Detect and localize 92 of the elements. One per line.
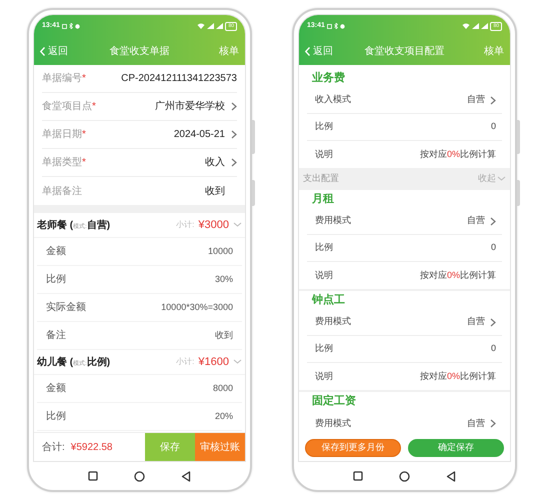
- row-label: 收入模式: [315, 93, 351, 106]
- required-mark: *: [82, 156, 86, 170]
- row-value: 10000: [208, 244, 233, 258]
- confirm-save-button[interactable]: 确定保存: [408, 438, 504, 456]
- total-label: 合计:: [42, 440, 65, 454]
- row-label: 说明: [315, 268, 333, 282]
- row-value: 0: [490, 342, 496, 356]
- row-value: 20%: [214, 410, 233, 423]
- chevron-right-icon: [231, 158, 237, 167]
- action-link[interactable]: 核单: [219, 44, 239, 58]
- screen-title: 食堂收支单据: [110, 44, 170, 58]
- back-icon: [446, 470, 456, 482]
- subtotal-value: ¥1600: [198, 354, 229, 370]
- group-title: 固定工资: [312, 394, 356, 409]
- approve-button[interactable]: 审核过账: [195, 433, 245, 461]
- row-value: 10000*30%=3000: [161, 300, 233, 314]
- group-title: 月租: [312, 192, 334, 207]
- chevron-right-icon: [490, 318, 496, 326]
- field-label: 单据日期: [42, 128, 82, 142]
- home-icon: [134, 470, 145, 482]
- row-value[interactable]: 自营: [467, 93, 485, 107]
- row-value[interactable]: 自营: [467, 416, 485, 430]
- band-label: 支出配置: [303, 172, 339, 186]
- row-label: 比例: [315, 342, 333, 356]
- row-value: 按对应0%比例计算: [420, 268, 496, 282]
- field-value: 收到: [205, 184, 225, 198]
- group-title: 钟点工: [312, 292, 345, 308]
- field-label: 食堂项目点: [42, 100, 92, 114]
- field-value: CP-202412111341223573: [121, 72, 237, 86]
- chevron-down-icon[interactable]: [233, 359, 242, 365]
- row-label: 费用模式: [315, 416, 351, 430]
- field-label: 单据备注: [42, 184, 82, 198]
- row-label: 说明: [315, 370, 333, 383]
- row-label: 比例: [315, 241, 333, 254]
- wifi-icon: [462, 23, 470, 29]
- row-value: 按对应0%比例计算: [420, 148, 496, 161]
- row-value: 收到: [215, 328, 233, 342]
- row-value: 0: [490, 120, 496, 134]
- collapse-toggle[interactable]: 收起: [478, 172, 506, 186]
- save-button[interactable]: 保存: [145, 433, 195, 461]
- subtotal-label: 小计:: [176, 356, 194, 368]
- chevron-down-icon[interactable]: [233, 222, 242, 228]
- row-value: 按对应0%比例计算: [420, 370, 496, 383]
- bluetooth-icon: [68, 23, 73, 29]
- field-value[interactable]: 2024-05-21: [174, 127, 225, 142]
- row-label: 费用模式: [315, 315, 351, 328]
- row-value: 0: [490, 241, 496, 254]
- row-value[interactable]: 自营: [467, 315, 485, 329]
- row-value[interactable]: 自营: [467, 214, 485, 228]
- chevron-right-icon: [231, 102, 237, 111]
- row-label: 比例: [46, 410, 66, 424]
- recent-apps-icon: [353, 471, 363, 481]
- subtotal-label: 小计:: [176, 219, 194, 231]
- row-label: 比例: [315, 120, 333, 134]
- row-label: 金额: [46, 244, 66, 259]
- bluetooth-icon: [334, 23, 338, 29]
- row-label: 比例: [46, 272, 66, 287]
- subtotal-value: ¥3000: [198, 218, 229, 233]
- chevron-right-icon: [490, 216, 496, 226]
- row-label: 说明: [315, 148, 333, 161]
- back-icon: [181, 470, 191, 482]
- wifi-icon: [197, 23, 206, 29]
- save-more-months-button[interactable]: 保存到更多月份: [305, 438, 401, 456]
- recent-apps-icon: [88, 471, 98, 481]
- alarm-icon: [340, 24, 345, 28]
- field-value[interactable]: 收入: [205, 155, 225, 170]
- back-button[interactable]: 返回: [305, 44, 355, 58]
- notification-icon: [326, 24, 332, 28]
- chevron-down-icon: [497, 176, 506, 182]
- required-mark: *: [82, 128, 86, 142]
- back-button[interactable]: 返回: [40, 44, 90, 58]
- required-mark: *: [92, 100, 96, 114]
- row-label: 实际金额: [46, 300, 86, 315]
- chevron-right-icon: [490, 96, 496, 104]
- row-label: 备注: [46, 328, 66, 343]
- chevron-right-icon: [231, 130, 237, 139]
- row-label: 金额: [46, 382, 66, 396]
- row-value: 30%: [214, 272, 233, 286]
- total-value: ¥5922.58: [70, 440, 112, 454]
- group-title: 业务费: [312, 70, 345, 86]
- alarm-icon: [74, 24, 80, 28]
- field-label: 单据编号: [42, 72, 82, 86]
- home-icon: [399, 470, 410, 482]
- field-label: 单据类型: [42, 156, 82, 170]
- row-value: 8000: [212, 382, 233, 395]
- required-mark: *: [82, 72, 86, 86]
- row-label: 费用模式: [315, 214, 351, 228]
- notification-icon: [62, 24, 67, 28]
- action-link[interactable]: 核单: [484, 44, 504, 58]
- chevron-right-icon: [490, 419, 496, 428]
- screen-title: 食堂收支项目配置: [364, 44, 444, 58]
- field-value[interactable]: 广州市爱华学校: [155, 99, 225, 114]
